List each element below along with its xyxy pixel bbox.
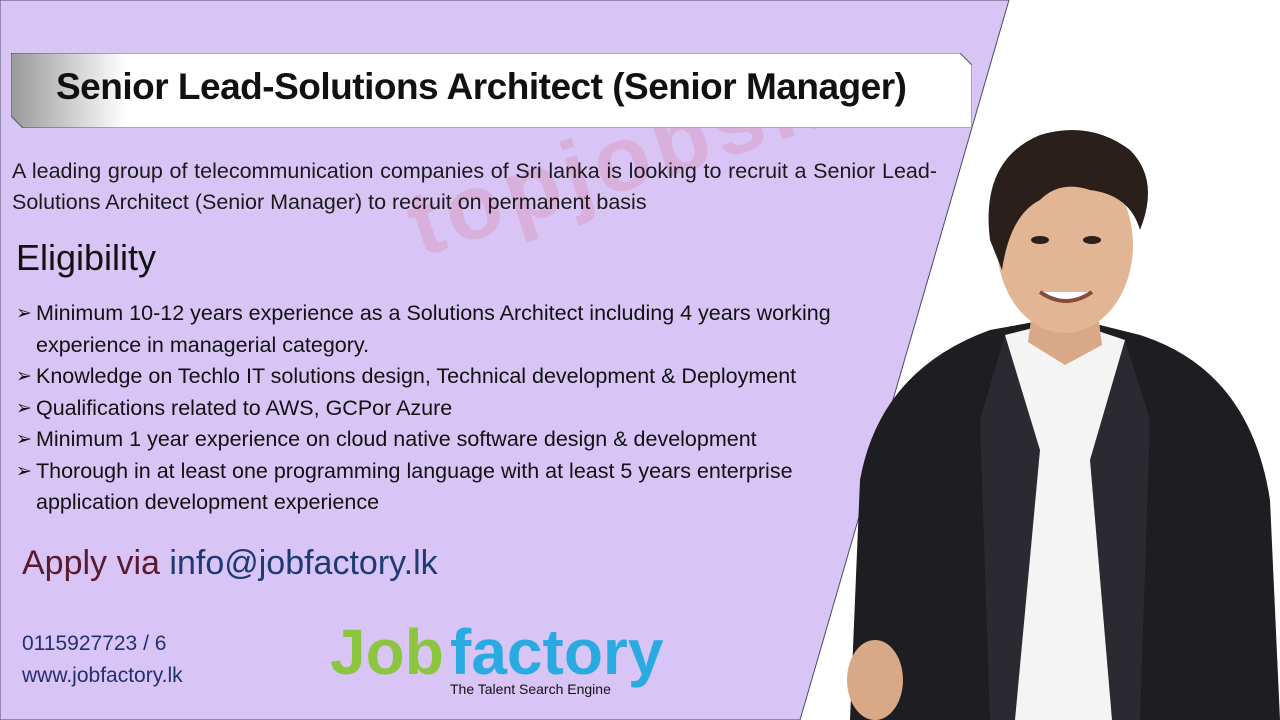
eligibility-list: ➢ Minimum 10-12 years experience as a So… [16, 298, 896, 519]
arrow-bullet-icon: ➢ [16, 303, 32, 324]
logo-tagline: The Talent Search Engine [450, 681, 611, 697]
eligibility-heading: Eligibility [16, 237, 157, 278]
eligibility-item-text: Knowledge on Techlo IT solutions design,… [36, 364, 797, 388]
eligibility-item: ➢ Knowledge on Techlo IT solutions desig… [16, 361, 896, 393]
eligibility-item: ➢ Minimum 10-12 years experience as a So… [16, 298, 896, 361]
logo-factory: factory [450, 616, 664, 688]
arrow-bullet-icon: ➢ [16, 460, 32, 482]
apply-line: Apply via info@jobfactory.lk [22, 544, 438, 583]
jobfactory-logo: Job factory The Talent Search Engine [330, 616, 664, 697]
arrow-bullet-icon: ➢ [16, 366, 32, 387]
website-link[interactable]: www.jobfactory.lk [22, 664, 183, 688]
eligibility-item: ➢ Thorough in at least one programming l… [16, 456, 896, 519]
logo-job: Job [330, 616, 444, 688]
candidate-photo [847, 130, 1280, 720]
eligibility-item-text: Thorough in at least one programming lan… [36, 458, 793, 515]
eligibility-item: ➢ Minimum 1 year experience on cloud nat… [16, 424, 896, 456]
apply-label: Apply via [22, 544, 170, 582]
page-title: Senior Lead-Solutions Architect (Senior … [56, 66, 907, 107]
eligibility-item-text: Qualifications related to AWS, GCPor Azu… [36, 395, 453, 420]
eligibility-item: ➢ Qualifications related to AWS, GCPor A… [16, 393, 896, 425]
eligibility-item-text: Minimum 10-12 years experience as a Solu… [36, 301, 831, 357]
apply-email-link[interactable]: info@jobfactory.lk [169, 544, 437, 582]
phone-number: 0115927723 / 6 [22, 632, 167, 655]
intro-paragraph: A leading group of telecommunication com… [12, 159, 937, 214]
arrow-bullet-icon: ➢ [16, 429, 32, 450]
arrow-bullet-icon: ➢ [16, 397, 32, 419]
job-ad-banner: topjobs.lk Senior Lead-Solutions Archite… [0, 0, 1280, 720]
eligibility-item-text: Minimum 1 year experience on cloud nativ… [36, 427, 757, 451]
